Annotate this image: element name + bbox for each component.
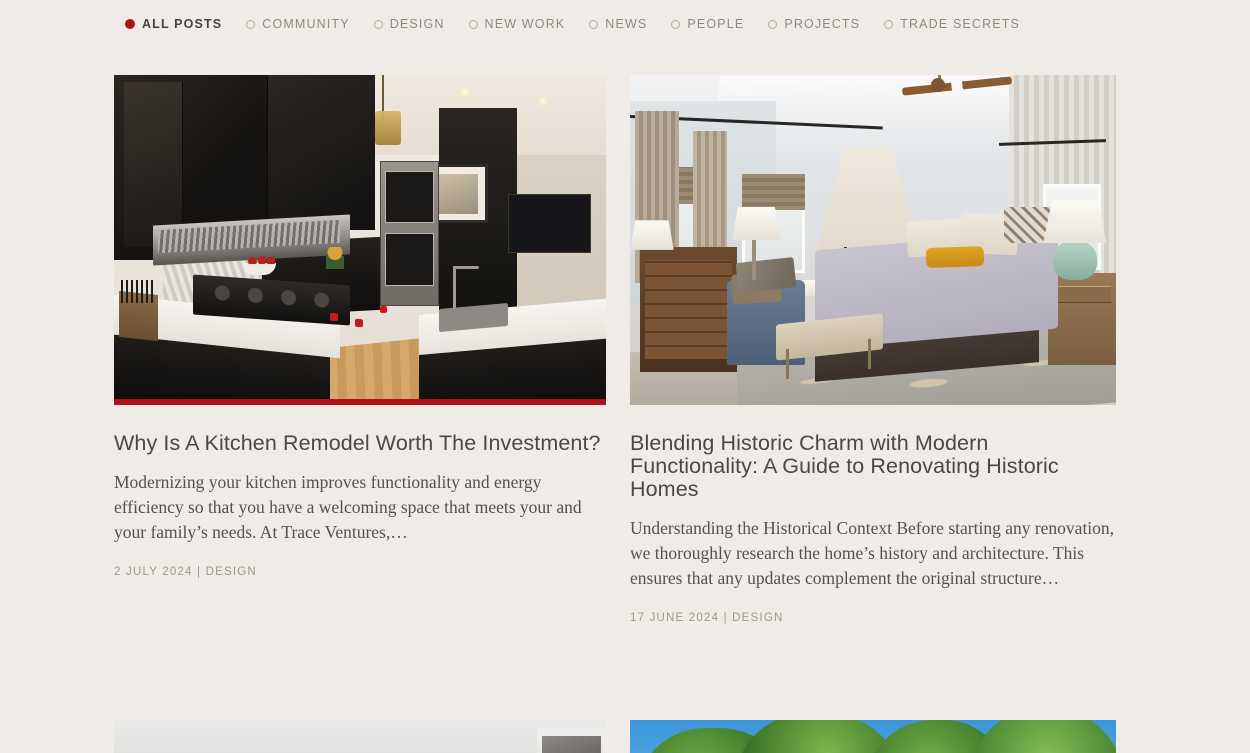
filter-label: ALL POSTS [142, 17, 223, 31]
filter-item-design[interactable]: DESIGN [373, 17, 445, 31]
post-title[interactable]: Blending Historic Charm with Modern Func… [630, 431, 1116, 501]
radio-empty-icon [468, 19, 478, 29]
post-excerpt: Understanding the Historical Context Bef… [630, 518, 1115, 589]
filter-label: COMMUNITY [262, 17, 350, 31]
radio-empty-icon [373, 19, 383, 29]
filter-label: DESIGN [389, 17, 445, 31]
category-filter-nav: ALL POSTS COMMUNITY DESIGN NEW WORK NEWS… [0, 0, 1250, 37]
post-grid-row-2 [0, 682, 1250, 753]
post-meta: 17 JUNE 2024 | DESIGN [630, 612, 784, 625]
post-card-roof-exterior[interactable] [630, 720, 1116, 753]
post-title[interactable]: Why Is A Kitchen Remodel Worth The Inves… [114, 431, 606, 455]
modern-interior-scene [114, 720, 606, 753]
filter-label: NEW WORK [484, 17, 566, 31]
filter-item-people[interactable]: PEOPLE [671, 17, 744, 31]
post-thumbnail-bedroom[interactable] [630, 75, 1116, 405]
post-grid-row-1: Why Is A Kitchen Remodel Worth The Inves… [0, 37, 1250, 624]
post-excerpt: Modernizing your kitchen improves functi… [114, 472, 582, 543]
filter-item-trade-secrets[interactable]: TRADE SECRETS [884, 17, 1020, 31]
blog-grid-page: ALL POSTS COMMUNITY DESIGN NEW WORK NEWS… [0, 0, 1250, 753]
filter-label: TRADE SECRETS [900, 17, 1021, 31]
post-meta: 2 JULY 2024 | DESIGN [114, 566, 257, 579]
post-thumbnail-roof-exterior[interactable] [630, 720, 1116, 753]
post-thumbnail-kitchen[interactable] [114, 75, 606, 405]
post-card-kitchen-remodel[interactable]: Why Is A Kitchen Remodel Worth The Inves… [114, 75, 606, 624]
post-card-modern-interior[interactable] [114, 720, 606, 753]
kitchen-scene [114, 75, 606, 405]
post-thumbnail-modern-interior[interactable] [114, 720, 606, 753]
filter-label: NEWS [605, 17, 648, 31]
radio-empty-icon [589, 19, 599, 29]
filter-label: PEOPLE [687, 17, 745, 31]
filter-item-news[interactable]: NEWS [589, 17, 647, 31]
filter-item-projects[interactable]: PROJECTS [768, 17, 860, 31]
filter-item-community[interactable]: COMMUNITY [246, 17, 349, 31]
bedroom-scene [630, 75, 1116, 405]
radio-empty-icon [671, 19, 681, 29]
post-card-historic-homes[interactable]: Blending Historic Charm with Modern Func… [630, 75, 1116, 624]
filter-item-new-work[interactable]: NEW WORK [468, 17, 566, 31]
filter-item-all-posts[interactable]: ALL POSTS [125, 17, 222, 31]
radio-empty-icon [246, 19, 256, 29]
radio-filled-icon [125, 19, 135, 29]
radio-empty-icon [884, 19, 894, 29]
roof-exterior-scene [630, 720, 1116, 753]
radio-empty-icon [768, 19, 778, 29]
filter-label: PROJECTS [784, 17, 861, 31]
